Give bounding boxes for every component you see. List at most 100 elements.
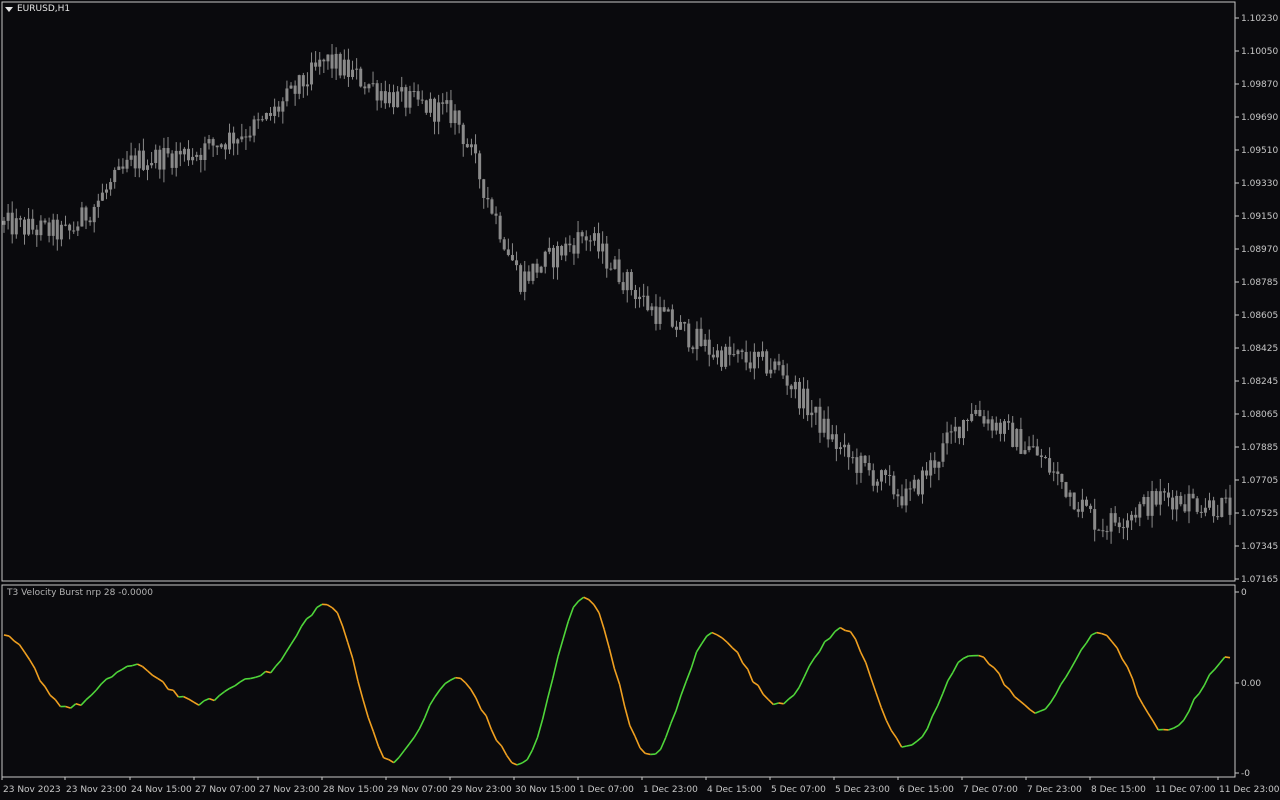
indicator-line-segment	[1188, 698, 1195, 712]
candle-body	[826, 418, 830, 440]
indicator-line-segment	[439, 683, 446, 691]
candle-body	[769, 369, 773, 374]
chart-canvas[interactable]: 1.10230 1.10050 1.09870 1.09690 1.09510 1.093…	[0, 0, 1280, 800]
indicator-line-segment	[388, 758, 395, 764]
candle-body	[617, 259, 621, 283]
candle-body	[687, 323, 691, 348]
candle-body	[654, 306, 658, 324]
indicator-line-segment	[352, 658, 359, 682]
candle-body	[244, 136, 248, 138]
candle-body	[1109, 513, 1113, 532]
indicator-line-segment	[598, 612, 605, 630]
candle-body	[383, 91, 387, 104]
indicator-line-segment	[931, 705, 939, 717]
candle-body	[613, 259, 617, 269]
indicator-line-segment	[623, 706, 631, 726]
candle-body	[375, 83, 379, 101]
candle-body	[351, 69, 355, 77]
time-tick-label: 29 Nov 07:00	[387, 785, 448, 795]
candle-body	[691, 347, 695, 350]
indicator-line-segment	[8, 635, 15, 642]
indicator-line-segment	[845, 629, 851, 633]
time-tick-label: 8 Dec 15:00	[1091, 785, 1146, 795]
indicator-line-segment	[1147, 712, 1154, 722]
indicator-line-segment	[1224, 656, 1231, 659]
price-panel[interactable]	[1, 1, 1236, 582]
price-tick-label: 1.08605	[1241, 311, 1278, 321]
indicator-line-segment	[80, 699, 87, 706]
candle-body	[412, 91, 416, 93]
candle-body	[334, 53, 338, 69]
candle-body	[68, 224, 72, 231]
candle-body	[314, 62, 318, 67]
indicator-line-segment	[1111, 641, 1118, 649]
indicator-line-segment	[434, 689, 441, 698]
candle-body	[109, 182, 113, 190]
time-tick-label: 7 Dec 23:00	[1027, 785, 1082, 795]
candle-body	[59, 224, 63, 240]
candle-body	[494, 213, 498, 216]
indicator-line-segment	[403, 743, 410, 752]
indicator-line-segment	[926, 715, 934, 729]
indicator-line-segment	[326, 603, 333, 609]
indicator-line-segment	[1060, 676, 1067, 686]
indicator-line-segment	[618, 684, 626, 707]
indicator-line-segment	[993, 667, 1000, 675]
indicator-line-segment	[700, 635, 708, 645]
indicator-line-segment	[331, 607, 338, 614]
indicator-line-segment	[541, 697, 549, 720]
indicator-tick-label: 0.00	[1241, 679, 1261, 689]
candle-body	[506, 249, 510, 255]
candle-body	[154, 149, 158, 164]
price-tick-label: 1.07345	[1241, 542, 1278, 552]
indicator-line-segment	[203, 697, 210, 702]
candle-body	[970, 413, 974, 421]
indicator-line-segment	[901, 745, 908, 748]
candle-body	[191, 156, 195, 161]
indicator-line-segment	[659, 737, 667, 750]
candle-body	[174, 150, 178, 168]
candle-body	[228, 132, 232, 150]
candle-body	[277, 106, 281, 112]
candle-body	[568, 243, 572, 246]
indicator-line-segment	[639, 747, 646, 754]
candle-body	[642, 295, 646, 297]
candle-body	[182, 148, 186, 155]
candle-body	[843, 444, 847, 448]
candle-body	[1097, 529, 1101, 531]
candle-body	[379, 91, 383, 101]
indicator-line-segment	[28, 659, 36, 669]
indicator-panel[interactable]	[1, 584, 1236, 778]
candle-body	[1043, 457, 1047, 459]
indicator-line-segment	[423, 704, 431, 719]
candle-body	[908, 488, 912, 490]
candle-body	[428, 98, 432, 113]
candle-body	[551, 247, 555, 268]
candle-body	[933, 460, 937, 468]
indicator-line-segment	[906, 744, 913, 747]
indicator-line-segment	[664, 723, 672, 738]
indicator-line-segment	[250, 676, 256, 680]
indicator-line-segment	[490, 729, 498, 741]
indicator-line-segment	[957, 657, 964, 664]
candle-body	[892, 475, 896, 495]
indicator-axis: 0 0.00 -0	[1235, 588, 1261, 779]
indicator-line-segment	[1173, 724, 1180, 729]
indicator-line-segment	[234, 681, 241, 687]
candle-body	[646, 295, 650, 311]
candle-body	[625, 272, 629, 291]
candle-body	[543, 251, 547, 267]
candle-body	[576, 232, 580, 254]
indicator-line-segment	[880, 707, 888, 721]
indicator-line-segment	[449, 676, 456, 681]
indicator-line-segment	[998, 673, 1006, 686]
candle-body	[305, 84, 309, 87]
indicator-line-segment	[367, 717, 375, 732]
candle-body	[1011, 422, 1015, 447]
indicator-line-segment	[300, 618, 308, 627]
candle-body	[1199, 511, 1203, 513]
indicator-line-segment	[413, 728, 421, 738]
candle-body	[510, 254, 514, 261]
candle-body	[1060, 473, 1064, 483]
candle-body	[80, 207, 84, 227]
